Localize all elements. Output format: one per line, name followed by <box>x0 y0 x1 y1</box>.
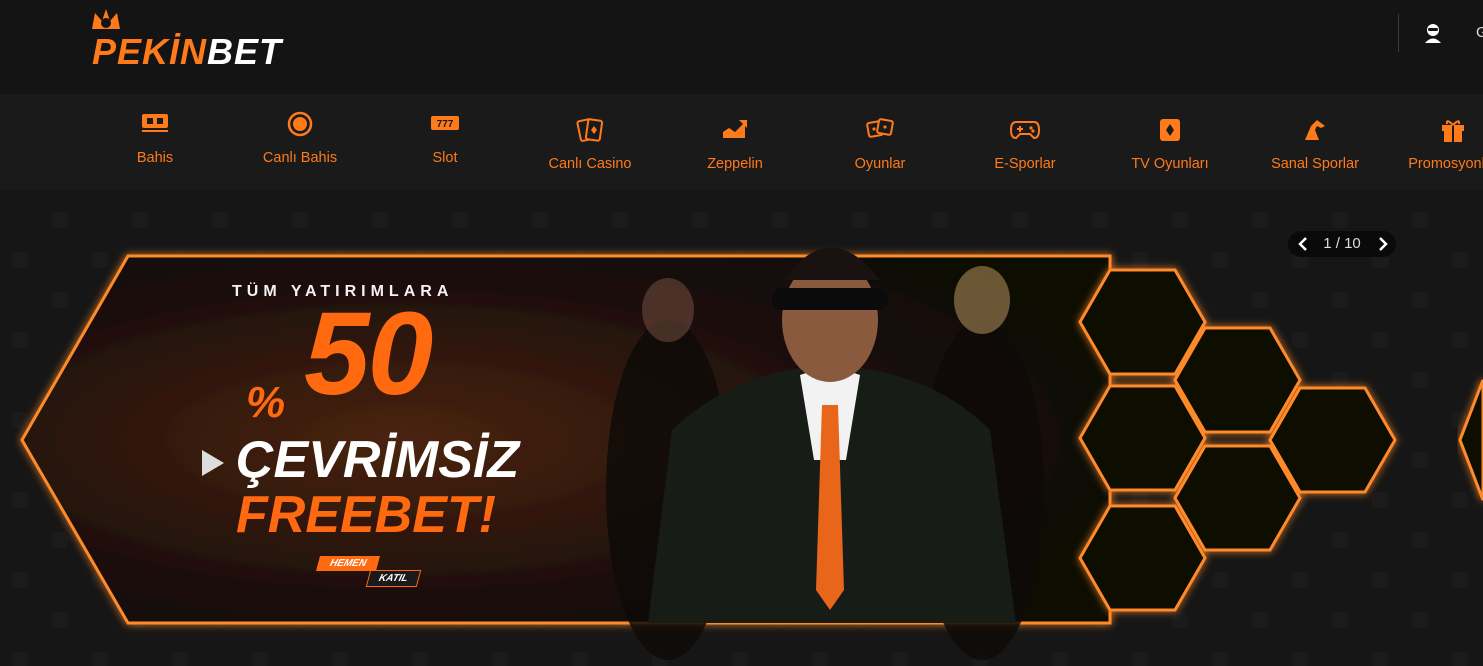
nav-label: Promosyonlar <box>1408 156 1483 172</box>
nav-label: Zeppelin <box>707 156 763 172</box>
header-divider <box>1398 14 1399 52</box>
logo-part1: PEKİN <box>92 31 208 72</box>
dice-icon <box>866 118 894 138</box>
user-icon[interactable] <box>1422 22 1444 44</box>
nav-item-bahis[interactable]: Bahis <box>90 94 220 190</box>
banner-percent: % <box>246 378 286 427</box>
nav-item-zeppelin[interactable]: Zeppelin <box>670 94 800 190</box>
site-logo[interactable]: PEKİNBET <box>44 4 281 72</box>
tv-cards-icon <box>1160 119 1180 141</box>
nav-label: E-Sporlar <box>994 156 1056 172</box>
banner-cta-top[interactable]: HEMEN <box>315 556 381 571</box>
chart-up-icon <box>723 120 747 138</box>
nav-item-tv-oyunlari[interactable]: TV Oyunları <box>1105 94 1235 190</box>
ticket-icon <box>142 114 168 132</box>
nav-label: Canlı Casino <box>548 156 632 172</box>
nav-item-canli-casino[interactable]: Canlı Casino <box>525 94 655 190</box>
horse-icon <box>1305 120 1325 140</box>
nav-item-oyunlar[interactable]: Oyunlar <box>815 94 945 190</box>
site-header: PEKİNBET G <box>0 0 1483 94</box>
live-dot-icon <box>287 111 313 137</box>
banner-cta-bottom[interactable]: KATIL <box>365 570 421 587</box>
banner-amount: 50 <box>304 288 433 420</box>
nav-item-promosyonlar[interactable]: Promosyonlar <box>1388 94 1483 190</box>
nav-label: TV Oyunları <box>1131 156 1209 172</box>
slot-777-icon: 777 <box>431 116 459 130</box>
nav-item-sanal-sporlar[interactable]: Sanal Sporlar <box>1250 94 1380 190</box>
gift-icon <box>1442 120 1464 142</box>
header-extra-text[interactable]: G <box>1476 24 1483 41</box>
logo-part2: BET <box>207 31 283 72</box>
banner-line4: FREEBET! <box>236 486 496 544</box>
nav-label: Oyunlar <box>854 156 906 172</box>
nav-label: Bahis <box>136 150 174 166</box>
gamepad-icon <box>1010 121 1040 140</box>
nav-item-slot[interactable]: 777 Slot <box>380 94 510 190</box>
cards-icon <box>576 118 604 142</box>
nav-label: Canlı Bahis <box>262 150 338 166</box>
play-icon <box>202 450 224 476</box>
nav-item-e-sporlar[interactable]: E-Sporlar <box>960 94 1090 190</box>
promo-banner[interactable] <box>0 200 1483 666</box>
main-nav: Bahis Canlı Bahis 777 Slot Canlı Casino … <box>0 94 1483 190</box>
banner-line3: ÇEVRİMSİZ <box>236 431 520 489</box>
banner-frame <box>20 247 1483 660</box>
svg-text:777: 777 <box>437 119 454 130</box>
nav-item-canli-bahis[interactable]: Canlı Bahis <box>235 94 365 190</box>
nav-label: Slot <box>432 150 458 166</box>
nav-label: Sanal Sporlar <box>1271 156 1359 172</box>
